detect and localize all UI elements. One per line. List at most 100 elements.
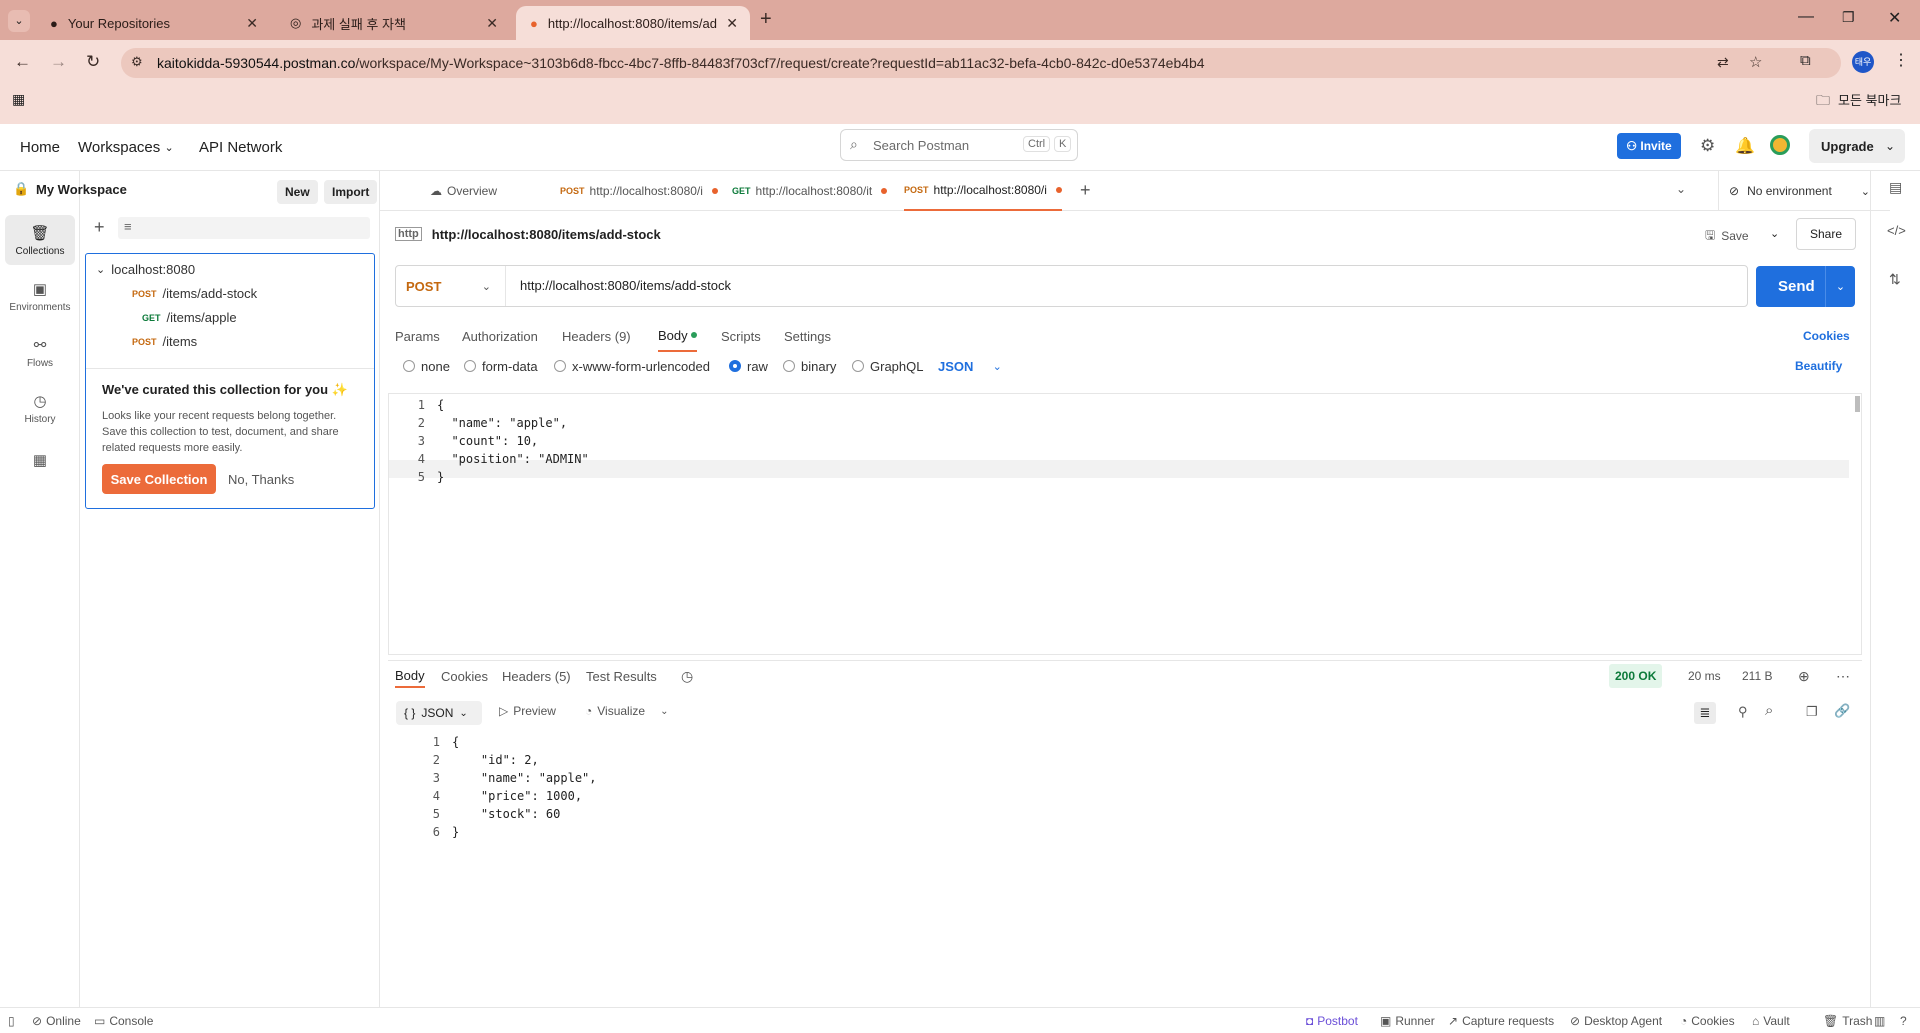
tab-params[interactable]: Params bbox=[395, 320, 440, 352]
import-button[interactable]: Import bbox=[324, 180, 378, 204]
tab-headers[interactable]: Headers (9) bbox=[562, 320, 631, 352]
response-tab-headers[interactable]: Headers (5) bbox=[502, 664, 571, 688]
notification-bell-icon[interactable]: 🔔 bbox=[1735, 136, 1755, 156]
tab-authorization[interactable]: Authorization bbox=[462, 320, 538, 352]
search-icon[interactable]: ⌕ bbox=[1765, 702, 1773, 719]
help-icon[interactable]: ? bbox=[1900, 1008, 1907, 1033]
filter-icon[interactable]: ⚲ bbox=[1738, 704, 1748, 720]
close-window-icon[interactable]: ✕ bbox=[1888, 8, 1901, 28]
translate-icon[interactable]: ⇄ bbox=[1717, 54, 1729, 71]
home-link[interactable]: Home bbox=[20, 124, 60, 171]
extensions-icon[interactable]: ⧉ bbox=[1800, 52, 1811, 69]
history-icon[interactable]: ◷ bbox=[681, 664, 693, 688]
response-body-viewer[interactable]: 1 2 3 4 5 6 { "id": 2, "name": "apple", … bbox=[404, 733, 1844, 1003]
nav-flows[interactable]: ⚯ Flows bbox=[5, 327, 75, 377]
more-menu-icon[interactable]: ⋮ bbox=[1893, 50, 1909, 70]
request-item[interactable]: POST/items/add-stock bbox=[132, 286, 257, 301]
invite-button[interactable]: ⚇ Invite bbox=[1617, 133, 1681, 159]
sidebar-toggle-icon[interactable]: ▯ bbox=[8, 1008, 15, 1033]
radio-graphql[interactable]: GraphQL bbox=[852, 354, 923, 378]
request-name[interactable]: http://localhost:8080/items/add-stock bbox=[432, 227, 661, 242]
visualize-button[interactable]: ◔ Visualize ⌄ bbox=[585, 704, 668, 718]
beautify-link[interactable]: Beautify bbox=[1795, 354, 1842, 378]
all-bookmarks[interactable]: 모든 북마크 bbox=[1838, 90, 1901, 109]
tab-body[interactable]: Body bbox=[658, 320, 698, 352]
link-icon[interactable]: 🔗 bbox=[1834, 703, 1850, 719]
response-size[interactable]: 211 B bbox=[1742, 664, 1772, 688]
site-info-icon[interactable]: ⚙ bbox=[131, 54, 143, 70]
no-thanks-button[interactable]: No, Thanks bbox=[228, 472, 294, 487]
nav-collections[interactable]: 🗑 Collections bbox=[5, 215, 75, 265]
request-tab[interactable]: POST http://localhost:8080/i bbox=[560, 171, 718, 211]
tab-list-icon[interactable]: ⌄ bbox=[8, 10, 30, 32]
new-tab-icon[interactable]: + bbox=[760, 8, 772, 31]
add-collection-icon[interactable]: + bbox=[94, 217, 105, 238]
status-badge[interactable]: 200 OK bbox=[1609, 664, 1663, 688]
send-button[interactable]: Send ⌄ bbox=[1756, 266, 1855, 307]
response-tab-tests[interactable]: Test Results bbox=[586, 664, 657, 688]
trash-button[interactable]: 🗑 Trash bbox=[1823, 1008, 1872, 1033]
scrollbar-thumb[interactable] bbox=[1855, 396, 1860, 412]
related-icon[interactable]: ⇅ bbox=[1889, 271, 1901, 288]
tabs-dropdown-icon[interactable]: ⌄ bbox=[1676, 182, 1686, 196]
radio-raw[interactable]: raw bbox=[729, 354, 768, 378]
runner-button[interactable]: ▣ Runner bbox=[1380, 1008, 1435, 1033]
request-body-editor[interactable]: 1 2 3 4 5 { "name": "apple", "count": 10… bbox=[388, 393, 1862, 655]
request-item[interactable]: POST/items bbox=[132, 334, 197, 349]
save-dropdown-icon[interactable]: ⌄ bbox=[1770, 227, 1779, 240]
online-status[interactable]: ⊘ Online bbox=[32, 1008, 81, 1033]
forward-icon[interactable]: → bbox=[50, 52, 67, 72]
new-button[interactable]: New bbox=[277, 180, 318, 204]
layout-toggle-icon[interactable]: ▥ bbox=[1874, 1008, 1885, 1033]
response-tab-body[interactable]: Body bbox=[395, 664, 425, 688]
save-collection-button[interactable]: Save Collection bbox=[102, 464, 216, 494]
postbot-button[interactable]: ◘ Postbot bbox=[1306, 1008, 1358, 1033]
tab-overview[interactable]: ☁ Overview bbox=[430, 171, 497, 211]
cookies-link[interactable]: Cookies bbox=[1803, 320, 1850, 352]
api-network-link[interactable]: API Network bbox=[199, 124, 282, 171]
radio-none[interactable]: none bbox=[403, 354, 450, 378]
wrap-lines-icon[interactable]: ≣ bbox=[1694, 702, 1716, 724]
tab-settings[interactable]: Settings bbox=[784, 320, 831, 352]
tab-scripts[interactable]: Scripts bbox=[721, 320, 761, 352]
save-button[interactable]: 🖫 Save bbox=[1705, 221, 1779, 251]
radio-urlencoded[interactable]: x-www-form-urlencoded bbox=[554, 354, 710, 378]
console-button[interactable]: ▭ Console bbox=[94, 1008, 153, 1033]
layout-icon[interactable]: ▤ bbox=[1889, 179, 1902, 196]
url-field[interactable]: ⚙ kaitokidda-5930544.postman.co/workspac… bbox=[121, 48, 1841, 78]
account-avatar[interactable] bbox=[1770, 135, 1790, 155]
reload-icon[interactable]: ↻ bbox=[86, 52, 100, 72]
browser-tab-3[interactable]: ● http://localhost:8080/items/ad ✕ bbox=[516, 6, 750, 40]
browser-tab-1[interactable]: ● Your Repositories ✕ bbox=[36, 6, 270, 40]
capture-requests-button[interactable]: ↗ Capture requests bbox=[1448, 1008, 1554, 1033]
preview-button[interactable]: ▷ Preview bbox=[499, 704, 556, 718]
back-icon[interactable]: ← bbox=[14, 52, 31, 72]
upgrade-button[interactable]: Upgrade ⌄ bbox=[1809, 129, 1905, 163]
close-icon[interactable]: ✕ bbox=[486, 15, 498, 32]
cookies-button[interactable]: ◔ Cookies bbox=[1680, 1008, 1735, 1033]
workspaces-menu[interactable]: Workspaces ⌄ bbox=[78, 124, 174, 171]
collection-node[interactable]: ⌄ localhost:8080 bbox=[96, 262, 195, 277]
search-input[interactable]: ⌕ Search Postman Ctrl K bbox=[840, 129, 1078, 161]
code-snippet-icon[interactable]: </> bbox=[1887, 223, 1906, 238]
settings-icon[interactable]: ⚙ bbox=[1700, 136, 1715, 156]
bookmark-star-icon[interactable]: ☆ bbox=[1749, 53, 1762, 71]
response-time[interactable]: 20 ms bbox=[1688, 664, 1721, 688]
globe-icon[interactable]: ⊕ bbox=[1798, 664, 1810, 688]
nav-environments[interactable]: ▣ Environments bbox=[5, 271, 75, 321]
add-tab-icon[interactable]: + bbox=[1080, 180, 1091, 201]
copy-icon[interactable]: ❐ bbox=[1806, 704, 1818, 720]
send-dropdown-icon[interactable]: ⌄ bbox=[1825, 266, 1855, 307]
radio-form-data[interactable]: form-data bbox=[464, 354, 538, 378]
desktop-agent-button[interactable]: ⊘ Desktop Agent bbox=[1570, 1008, 1662, 1033]
profile-avatar[interactable]: 태우 bbox=[1852, 51, 1874, 73]
environment-select[interactable]: ⊘ No environment ⌄ bbox=[1718, 171, 1870, 211]
restore-icon[interactable]: ❐ bbox=[1842, 9, 1855, 26]
minimize-icon[interactable]: — bbox=[1798, 8, 1814, 26]
request-url-input[interactable]: http://localhost:8080/items/add-stock bbox=[520, 278, 731, 293]
nav-more[interactable]: ▦ bbox=[5, 435, 75, 485]
vault-button[interactable]: ⌂ Vault bbox=[1752, 1008, 1790, 1033]
method-select[interactable]: POST ⌄ bbox=[406, 266, 506, 306]
nav-history[interactable]: ◷ History bbox=[5, 383, 75, 433]
filter-input[interactable]: ≡ bbox=[118, 217, 370, 239]
